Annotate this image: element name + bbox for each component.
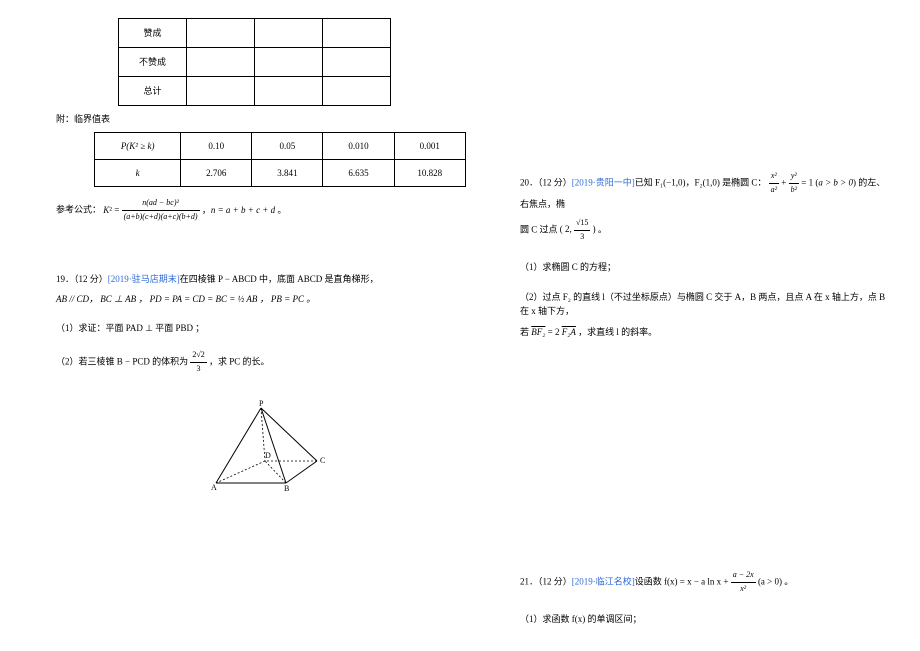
fig-label-p: P	[259, 399, 264, 408]
q20-part2-line2: 若 BF₂ = 2 F₂A ，求直线 l 的斜率。	[520, 325, 890, 339]
table-row: 不赞成	[119, 48, 391, 77]
cell: 0.010	[323, 133, 394, 160]
q19-stem1: 在四棱锥 P − ABCD 中，底面 ABCD 是直角梯形，	[180, 274, 379, 284]
question-21: 21．（12 分）[2019·临江名校]设函数 f(x) = x − a ln …	[520, 569, 890, 626]
header-pk: P(K² ≥ k)	[95, 133, 181, 160]
fig-label-c: C	[320, 456, 325, 465]
q19-part1: （1）求证：平面 PAD ⊥ 平面 PBD ；	[56, 321, 466, 335]
q20-part1: （1）求椭圆 C 的方程；	[520, 260, 890, 274]
q19-source: [2019·驻马店期末]	[108, 274, 180, 284]
table-row: P(K² ≥ k) 0.10 0.05 0.010 0.001	[95, 133, 466, 160]
row-label: 赞成	[119, 19, 187, 48]
q20-part2-line1: （2）过点 F₂ 的直线 l（不过坐标原点）与椭圆 C 交于 A，B 两点，且点…	[520, 290, 890, 319]
q21-source: [2019·临江名校]	[572, 577, 635, 587]
cell	[323, 19, 391, 48]
formula-label: 参考公式：	[56, 205, 101, 215]
cell	[187, 77, 255, 106]
q20-stem-line1: 20．（12 分）[2019·贵阳一中]已知 F₁(−1,0)，F₂(1,0) …	[520, 170, 890, 211]
q21-prefix: 21．（12 分）	[520, 577, 572, 587]
cell: 6.635	[323, 160, 394, 187]
table-row: 总计	[119, 77, 391, 106]
cell	[255, 77, 323, 106]
left-column: 赞成 不赞成 总计 附：临界值表 P(K² ≥ k) 0.10 0.05 0.0…	[56, 18, 466, 497]
fig-label-d: D	[265, 451, 271, 460]
q20-stem-a: 已知 F₁(−1,0)，F₂(1,0) 是椭圆 C：	[635, 177, 767, 187]
q19-stem-line2: AB // CD， BC ⊥ AB ， PD = PA = CD = BC = …	[56, 292, 466, 306]
volume-fraction: 2√23	[190, 349, 206, 376]
fig-label-b: B	[284, 484, 289, 493]
cell: 0.10	[181, 133, 252, 160]
cell	[187, 19, 255, 48]
cell	[323, 77, 391, 106]
ellipse-frac-x: x²a²	[769, 170, 779, 197]
q21-part1: （1）求函数 f(x) 的单调区间；	[520, 612, 890, 626]
vector-f2a: F₂A	[562, 327, 576, 337]
right-column: 20．（12 分）[2019·贵阳一中]已知 F₁(−1,0)，F₂(1,0) …	[520, 170, 890, 626]
q20-stem-line2: 圆 C 过点 ( 2, √153 ) 。	[520, 217, 890, 244]
opinion-table: 赞成 不赞成 总计	[118, 18, 391, 106]
point-bracket: ( 2, √153 )	[560, 224, 596, 234]
row-label: 不赞成	[119, 48, 187, 77]
cell: 3.841	[252, 160, 323, 187]
table-row: 赞成	[119, 19, 391, 48]
q20-prefix: 20．（12 分）	[520, 177, 572, 187]
q21-stem-b: (a > 0) 。	[758, 577, 793, 587]
critical-table-caption: 附：临界值表	[56, 112, 466, 126]
fig-label-a: A	[211, 483, 217, 492]
q19-stem-line1: 19．（12 分）[2019·驻马店期末]在四棱锥 P − ABCD 中，底面 …	[56, 272, 466, 286]
cell	[255, 19, 323, 48]
critical-value-table: P(K² ≥ k) 0.10 0.05 0.010 0.001 k 2.706 …	[94, 132, 466, 187]
reference-formula: 参考公式： K² = n(ad − bc)²(a+b)(c+d)(a+c)(b+…	[56, 197, 466, 224]
pyramid-figure: P A B C D	[56, 398, 466, 497]
q21-stem: 21．（12 分）[2019·临江名校]设函数 f(x) = x − a ln …	[520, 569, 890, 596]
cell: 2.706	[181, 160, 252, 187]
header-k: k	[95, 160, 181, 187]
cell	[187, 48, 255, 77]
formula-body: K² = n(ad − bc)²(a+b)(c+d)(a+c)(b+d) ，n …	[103, 205, 286, 215]
vector-bf2: BF₂	[531, 327, 545, 337]
q21-stem-a: 设函数 f(x) = x − a ln x +	[635, 577, 731, 587]
q19-prefix: 19．（12 分）	[56, 274, 108, 284]
cell: 0.05	[252, 133, 323, 160]
q19-part2: （2）若三棱锥 B − PCD 的体积为 2√23 ，求 PC 的长。	[56, 349, 466, 376]
fn-fraction: a − 2xx²	[731, 569, 756, 596]
question-20: 20．（12 分）[2019·贵阳一中]已知 F₁(−1,0)，F₂(1,0) …	[520, 170, 890, 339]
cell: 10.828	[394, 160, 466, 187]
cell	[255, 48, 323, 77]
q20-source: [2019·贵阳一中]	[572, 177, 635, 187]
table-row: k 2.706 3.841 6.635 10.828	[95, 160, 466, 187]
row-label: 总计	[119, 77, 187, 106]
cell: 0.001	[394, 133, 466, 160]
ellipse-frac-y: y²b²	[789, 170, 799, 197]
question-19: 19．（12 分）[2019·驻马店期末]在四棱锥 P − ABCD 中，底面 …	[56, 272, 466, 497]
cell	[323, 48, 391, 77]
